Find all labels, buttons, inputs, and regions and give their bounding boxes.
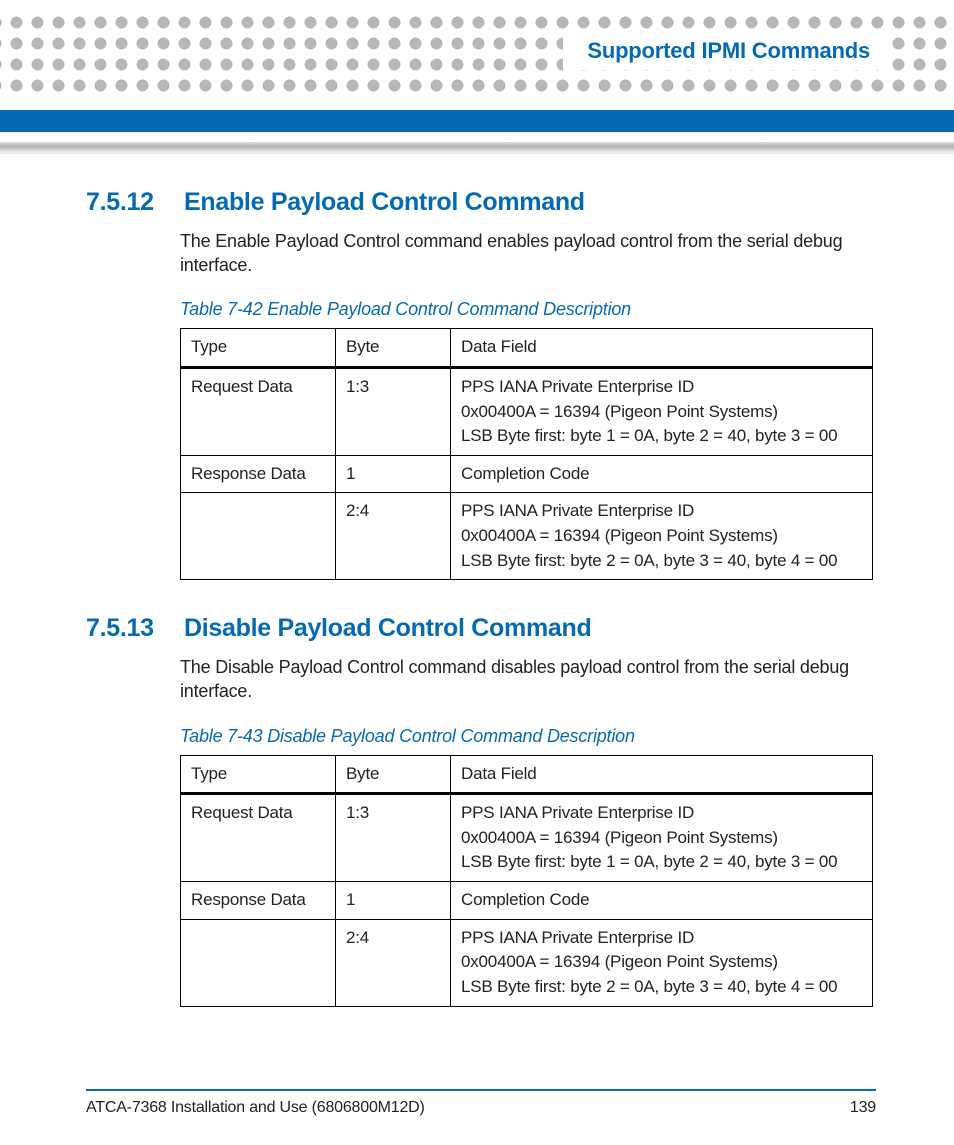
table-cell: PPS IANA Private Enterprise ID0x00400A =… xyxy=(451,493,873,580)
table-row: 2:4 PPS IANA Private Enterprise ID0x0040… xyxy=(181,919,873,1006)
table-row: Request Data 1:3 PPS IANA Private Enterp… xyxy=(181,367,873,455)
header-grey-bar xyxy=(0,142,954,154)
table-header-cell: Data Field xyxy=(451,329,873,368)
table-row: 2:4 PPS IANA Private Enterprise ID0x0040… xyxy=(181,493,873,580)
table-cell: 1:3 xyxy=(336,367,451,455)
section-title: Disable Payload Control Command xyxy=(184,614,591,643)
table-cell: Response Data xyxy=(181,455,336,493)
table-cell: 2:4 xyxy=(336,919,451,1006)
table-cell xyxy=(181,919,336,1006)
section-paragraph: The Enable Payload Control command enabl… xyxy=(180,229,876,277)
table-cell xyxy=(181,493,336,580)
section-paragraph: The Disable Payload Control command disa… xyxy=(180,655,876,703)
table-cell: Request Data xyxy=(181,794,336,882)
table-cell: 2:4 xyxy=(336,493,451,580)
table-header-cell: Byte xyxy=(336,329,451,368)
section-heading: 7.5.12 Enable Payload Control Command xyxy=(86,188,876,217)
chapter-title: Supported IPMI Commands xyxy=(587,38,870,63)
table-cell: Response Data xyxy=(181,882,336,920)
table-row: Response Data 1 Completion Code xyxy=(181,882,873,920)
footer-page-number: 139 xyxy=(850,1099,876,1117)
section-number: 7.5.13 xyxy=(86,614,158,643)
table-cell: PPS IANA Private Enterprise ID0x00400A =… xyxy=(451,794,873,882)
table-row: Request Data 1:3 PPS IANA Private Enterp… xyxy=(181,794,873,882)
table-cell: Completion Code xyxy=(451,882,873,920)
footer-doc-title: ATCA-7368 Installation and Use (6806800M… xyxy=(86,1099,425,1117)
page: Supported IPMI Commands 7.5.12 Enable Pa… xyxy=(0,0,954,1145)
section-heading: 7.5.13 Disable Payload Control Command xyxy=(86,614,876,643)
table-cell: Request Data xyxy=(181,367,336,455)
table-header-cell: Type xyxy=(181,755,336,794)
chapter-title-wrap: Supported IPMI Commands xyxy=(563,32,884,70)
table-cell: PPS IANA Private Enterprise ID0x00400A =… xyxy=(451,367,873,455)
page-footer: ATCA-7368 Installation and Use (6806800M… xyxy=(86,1089,876,1117)
table-cell: 1 xyxy=(336,455,451,493)
command-table: Type Byte Data Field Request Data 1:3 PP… xyxy=(180,328,873,580)
table-cell: 1:3 xyxy=(336,794,451,882)
header-blue-bar xyxy=(0,110,954,132)
section-title: Enable Payload Control Command xyxy=(184,188,585,217)
table-row: Response Data 1 Completion Code xyxy=(181,455,873,493)
table-header-cell: Byte xyxy=(336,755,451,794)
section-number: 7.5.12 xyxy=(86,188,158,217)
table-caption: Table 7-43 Disable Payload Control Comma… xyxy=(180,726,876,747)
table-header-cell: Type xyxy=(181,329,336,368)
table-header-cell: Data Field xyxy=(451,755,873,794)
table-header-row: Type Byte Data Field xyxy=(181,329,873,368)
main-content: 7.5.12 Enable Payload Control Command Th… xyxy=(86,188,876,1007)
table-cell: PPS IANA Private Enterprise ID0x00400A =… xyxy=(451,919,873,1006)
table-cell: 1 xyxy=(336,882,451,920)
table-caption: Table 7-42 Enable Payload Control Comman… xyxy=(180,299,876,320)
table-cell: Completion Code xyxy=(451,455,873,493)
command-table: Type Byte Data Field Request Data 1:3 PP… xyxy=(180,755,873,1007)
table-header-row: Type Byte Data Field xyxy=(181,755,873,794)
